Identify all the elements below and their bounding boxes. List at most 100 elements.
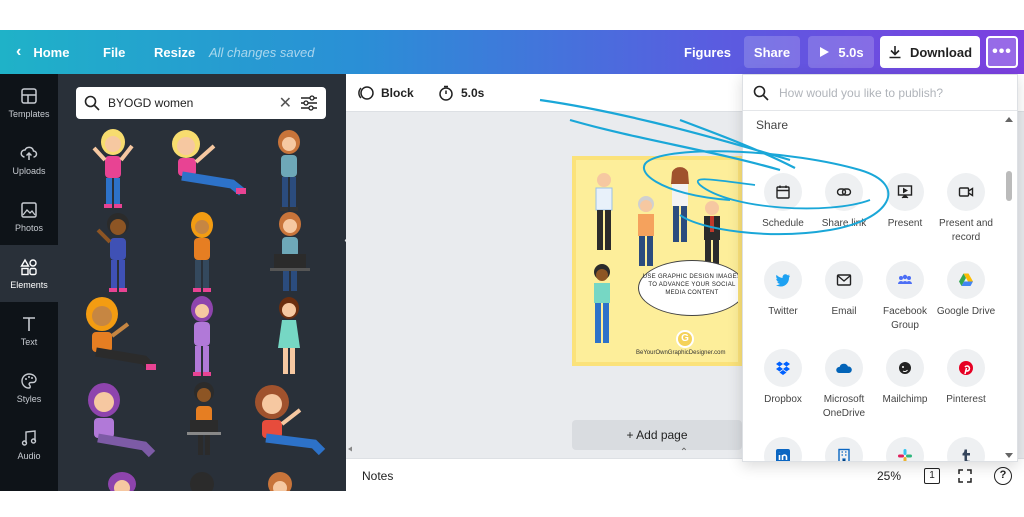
rail-item-templates[interactable]: Templates — [0, 74, 58, 131]
share-option-share-link[interactable]: Share link — [813, 173, 875, 231]
canva-editor: ‹ Home File Resize All changes saved Fig… — [0, 30, 1024, 491]
share-option-label: Share link — [821, 218, 867, 229]
share-option-mailchimp[interactable]: Mailchimp — [874, 349, 936, 407]
elements-search-input[interactable]: BYOGD women — [108, 96, 271, 110]
rail-item-elements[interactable]: Elements — [0, 245, 58, 302]
page-count-button[interactable]: 1 — [924, 459, 940, 491]
publish-search-field[interactable]: How would you like to publish? — [743, 75, 1017, 111]
woman-sticker-laptop[interactable] — [268, 210, 312, 296]
email-icon — [825, 261, 863, 299]
save-status: All changes saved — [209, 44, 315, 60]
duration-button[interactable]: 5.0s — [438, 74, 484, 112]
notes-button[interactable]: Notes — [362, 459, 393, 491]
text-icon — [23, 316, 35, 331]
woman-sticker-teal-dress[interactable] — [272, 294, 306, 382]
share-option-schedule[interactable]: Schedule — [752, 173, 814, 231]
expand-timeline-chevron-icon[interactable]: ⌃ — [672, 445, 696, 459]
design-page[interactable]: USE GRAPHIC DESIGN IMAGES TO ADVANCE YOU… — [572, 156, 742, 366]
building-icon — [825, 437, 863, 461]
share-option-present[interactable]: Present — [874, 173, 936, 231]
mailchimp-icon — [886, 349, 924, 387]
share-option-dropbox[interactable]: Dropbox — [752, 349, 814, 407]
search-icon — [753, 85, 769, 101]
back-home-button[interactable]: ‹ Home — [16, 30, 69, 74]
share-option-facebook-group[interactable]: Facebook Group — [874, 261, 936, 333]
chevron-left-icon: ‹ — [16, 43, 22, 60]
more-stickers-row — [108, 472, 292, 491]
share-option-label: Dropbox — [764, 394, 802, 405]
search-icon — [84, 95, 100, 111]
woman-sticker-dark-waving[interactable] — [94, 210, 138, 296]
rail-item-photos[interactable]: Photos — [0, 188, 58, 245]
woman-sticker-curly-sitting[interactable] — [248, 380, 328, 460]
more-options-button[interactable]: ••• — [986, 36, 1018, 68]
woman-sticker-hijab-orange[interactable] — [182, 210, 222, 296]
rail-label: Audio — [17, 450, 41, 461]
share-option-microsoft-onedrive[interactable]: Microsoft OneDrive — [813, 349, 875, 421]
present-icon — [886, 173, 924, 211]
pinterest-icon — [947, 349, 985, 387]
elements-search-field[interactable]: BYOGD women ✕ — [76, 87, 326, 119]
share-option-slack[interactable] — [874, 437, 936, 461]
download-icon — [889, 46, 901, 59]
woman-sticker-blonde-waving[interactable] — [88, 126, 138, 210]
share-option-label: Twitter — [768, 306, 798, 317]
left-navigation-rail: Templates Uploads Photos Elements Text S… — [0, 74, 58, 491]
share-option-label: Mailchimp — [882, 394, 928, 405]
filter-sliders-icon[interactable] — [300, 95, 318, 111]
help-icon[interactable]: ? — [994, 459, 1012, 491]
rail-item-audio[interactable]: Audio — [0, 416, 58, 473]
share-option-label: Present and record — [939, 218, 993, 243]
woman-sticker-hijab-purple[interactable] — [182, 294, 222, 382]
share-option-tumblr[interactable] — [935, 437, 997, 461]
publish-search-input[interactable]: How would you like to publish? — [779, 86, 943, 100]
share-option-label: Schedule — [762, 218, 804, 229]
share-option-pinterest[interactable]: Pinterest — [935, 349, 997, 407]
share-option-label: Email — [831, 306, 857, 317]
figures-button[interactable]: Figures — [684, 30, 731, 74]
woman-sticker-redhead-standing[interactable] — [268, 128, 310, 214]
animation-block-button[interactable]: Block — [358, 74, 414, 112]
design-url-text: BeYourOwnGraphicDesigner.com — [636, 350, 726, 356]
block-label: Block — [381, 86, 414, 100]
file-menu-button[interactable]: File — [103, 30, 125, 74]
share-option-linkedin[interactable] — [752, 437, 814, 461]
rail-item-text[interactable]: Text — [0, 302, 58, 359]
zoom-percent[interactable]: 25% — [877, 459, 901, 491]
duration-label: 5.0s — [461, 86, 485, 100]
resize-button[interactable]: Resize — [154, 30, 195, 74]
cloud-upload-icon — [20, 146, 38, 160]
linkedin-icon — [764, 437, 802, 461]
woman-sticker-dark-laptop[interactable] — [186, 380, 222, 460]
share-option-twitter[interactable]: Twitter — [752, 261, 814, 319]
dropdown-scrollbar[interactable] — [1003, 115, 1015, 460]
music-icon — [21, 429, 37, 446]
rail-item-styles[interactable]: Styles — [0, 359, 58, 416]
share-option-building[interactable] — [813, 437, 875, 461]
woman-sticker-hijab-sitting[interactable] — [78, 294, 158, 378]
download-button[interactable]: Download — [880, 36, 980, 68]
share-option-google-drive[interactable]: Google Drive — [935, 261, 997, 319]
clear-search-icon[interactable]: ✕ — [279, 93, 292, 113]
rail-label: Templates — [8, 108, 50, 119]
share-dropdown: How would you like to publish? Share Sch… — [742, 74, 1018, 462]
fullscreen-icon[interactable] — [958, 459, 972, 491]
play-duration: 5.0s — [838, 44, 864, 60]
share-button[interactable]: Share — [744, 36, 800, 68]
share-option-label: Pinterest — [946, 394, 986, 405]
share-option-present-and-record[interactable]: Present and record — [935, 173, 997, 245]
play-button[interactable]: 5.0s — [808, 36, 874, 68]
woman-sticker-hijab-lavender[interactable] — [80, 380, 158, 460]
layout-icon — [21, 87, 37, 104]
woman-sticker-blonde-sitting[interactable] — [162, 126, 248, 202]
twitter-icon — [764, 261, 802, 299]
share-option-email[interactable]: Email — [813, 261, 875, 319]
tumblr-icon — [947, 437, 985, 461]
dropbox-icon — [764, 349, 802, 387]
shapes-icon — [20, 258, 37, 275]
download-label: Download — [909, 44, 973, 60]
link-icon — [825, 173, 863, 211]
share-heading: Share — [756, 118, 789, 132]
rail-label: Uploads — [12, 165, 46, 176]
rail-item-uploads[interactable]: Uploads — [0, 131, 58, 188]
